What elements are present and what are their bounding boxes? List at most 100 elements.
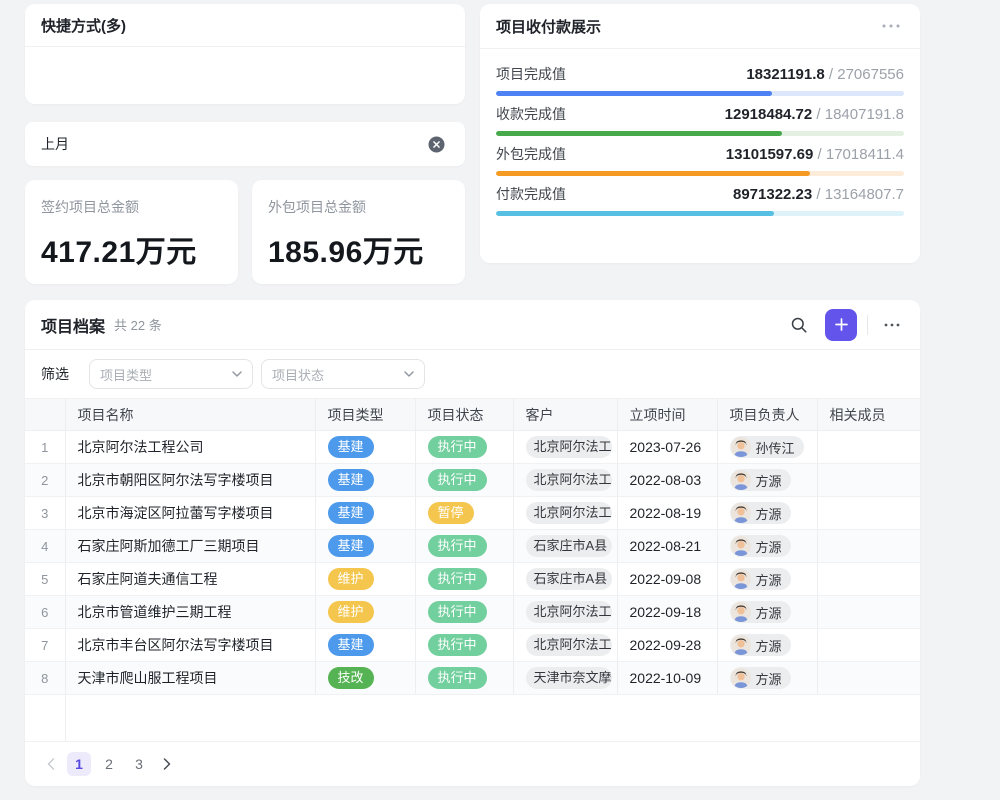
client-chip: 石家庄市A县 (526, 568, 612, 590)
avatar (731, 668, 751, 688)
status-badge: 执行中 (428, 535, 487, 557)
members-cell (817, 662, 920, 695)
owner-chip: 方源 (730, 568, 791, 590)
table-row[interactable]: 8天津市爬山服工程项目技改执行中天津市奈文摩2022-10-09方源 (25, 662, 920, 695)
page-button-2[interactable]: 2 (97, 752, 121, 776)
avatar (731, 635, 751, 655)
search-button[interactable] (785, 311, 813, 339)
table-row[interactable]: 6北京市管道维护三期工程维护执行中北京阿尔法工程2022-09-18方源 (25, 596, 920, 629)
next-page-button[interactable] (157, 752, 177, 776)
page-button-1[interactable]: 1 (67, 752, 91, 776)
chevron-down-icon (404, 371, 414, 377)
start-date-cell: 2022-10-09 (617, 662, 717, 695)
client-cell: 北京阿尔法工程 (513, 464, 617, 497)
start-date-cell: 2022-08-19 (617, 497, 717, 530)
chevron-right-icon (163, 758, 171, 770)
row-index: 8 (25, 662, 65, 695)
empty-row (25, 695, 920, 741)
start-date-cell: 2022-08-03 (617, 464, 717, 497)
shortcut-card-header: 快捷方式(多) (25, 4, 465, 47)
progress-label: 付款完成值 (496, 184, 566, 204)
project-name-cell: 天津市爬山服工程项目 (65, 662, 315, 695)
start-date-cell: 2022-09-08 (617, 563, 717, 596)
project-type-cell: 技改 (315, 662, 415, 695)
progress-value: 18321191.8 / 27067556 (746, 66, 904, 83)
project-name-cell: 石家庄阿斯加德工厂三期项目 (65, 530, 315, 563)
avatar (731, 437, 751, 457)
members-cell (817, 431, 920, 464)
type-badge: 维护 (328, 601, 374, 623)
client-chip: 北京阿尔法工程 (526, 634, 612, 656)
toolbar-divider (867, 315, 868, 335)
project-status-select[interactable]: 项目状态 (261, 359, 425, 389)
project-status-cell: 执行中 (415, 464, 513, 497)
project-archive-card: 项目档案 共 22 条 筛选 项目类型 (25, 300, 920, 786)
column-header: 客户 (513, 399, 617, 431)
owner-name: 方源 (756, 570, 782, 589)
record-count: 共 22 条 (114, 315, 162, 334)
column-header (25, 399, 65, 431)
project-type-cell: 基建 (315, 530, 415, 563)
type-badge: 基建 (328, 535, 374, 557)
page-button-3[interactable]: 3 (127, 752, 151, 776)
status-badge: 执行中 (428, 436, 487, 458)
table-row[interactable]: 3北京市海淀区阿拉蕾写字楼项目基建暂停北京阿尔法工程2022-08-19方源 (25, 497, 920, 530)
row-index: 3 (25, 497, 65, 530)
project-type-cell: 基建 (315, 464, 415, 497)
column-header: 项目负责人 (717, 399, 817, 431)
progress-value: 12918484.72 / 18407191.8 (725, 106, 904, 123)
quick-filter-value: 上月 (41, 134, 69, 154)
plus-icon (834, 317, 849, 332)
ellipsis-icon (884, 323, 900, 327)
select-placeholder: 项目类型 (100, 365, 232, 384)
row-index: 5 (25, 563, 65, 596)
progress-track (496, 91, 904, 96)
prev-page-button[interactable] (41, 752, 61, 776)
table-row[interactable]: 1北京阿尔法工程公司基建执行中北京阿尔法工程2023-07-26孙传江 (25, 431, 920, 464)
owner-chip: 方源 (730, 502, 791, 524)
clear-filter-button[interactable] (424, 136, 449, 153)
owner-chip: 方源 (730, 634, 791, 656)
progress-value: 13101597.69 / 17018411.4 (726, 146, 904, 163)
column-header: 项目状态 (415, 399, 513, 431)
client-cell: 天津市奈文摩 (513, 662, 617, 695)
progress-value: 8971322.23 / 13164807.7 (733, 186, 904, 203)
members-cell (817, 596, 920, 629)
row-index: 7 (25, 629, 65, 662)
payment-progress-list: 项目完成值18321191.8 / 27067556收款完成值12918484.… (480, 49, 920, 216)
start-date-cell: 2022-08-21 (617, 530, 717, 563)
client-chip: 北京阿尔法工程 (526, 601, 612, 623)
table-more-button[interactable] (878, 311, 906, 339)
project-type-select[interactable]: 项目类型 (89, 359, 253, 389)
table-row[interactable]: 7北京市丰台区阿尔法写字楼项目基建执行中北京阿尔法工程2022-09-28方源 (25, 629, 920, 662)
project-type-cell: 基建 (315, 629, 415, 662)
quick-filter-bar[interactable]: 上月 (25, 122, 465, 166)
column-header: 立项时间 (617, 399, 717, 431)
project-status-cell: 执行中 (415, 629, 513, 662)
table-filter-row: 筛选 项目类型 项目状态 (25, 350, 920, 398)
project-type-cell: 维护 (315, 596, 415, 629)
project-name-cell: 石家庄阿道夫通信工程 (65, 563, 315, 596)
table-row[interactable]: 4石家庄阿斯加德工厂三期项目基建执行中石家庄市A县2022-08-21方源 (25, 530, 920, 563)
avatar (731, 536, 751, 556)
owner-name: 孙传江 (756, 438, 795, 457)
table-row[interactable]: 5石家庄阿道夫通信工程维护执行中石家庄市A县2022-09-08方源 (25, 563, 920, 596)
project-name-cell: 北京市海淀区阿拉蕾写字楼项目 (65, 497, 315, 530)
table-row[interactable]: 2北京市朝阳区阿尔法写字楼项目基建执行中北京阿尔法工程2022-08-03方源 (25, 464, 920, 497)
row-index: 6 (25, 596, 65, 629)
add-record-button[interactable] (825, 309, 857, 341)
table-body: 1北京阿尔法工程公司基建执行中北京阿尔法工程2023-07-26孙传江2北京市朝… (25, 431, 920, 741)
avatar (731, 602, 751, 622)
members-cell (817, 563, 920, 596)
payment-more-button[interactable] (878, 20, 904, 32)
chevron-left-icon (47, 758, 55, 770)
owner-chip: 方源 (730, 469, 791, 491)
payment-display-card: 项目收付款展示 项目完成值18321191.8 / 27067556收款完成值1… (480, 4, 920, 263)
owner-cell: 方源 (717, 530, 817, 563)
payment-card-header: 项目收付款展示 (480, 4, 920, 49)
progress-label: 收款完成值 (496, 104, 566, 124)
type-badge: 基建 (328, 469, 374, 491)
owner-cell: 方源 (717, 464, 817, 497)
owner-name: 方源 (756, 504, 782, 523)
client-chip: 北京阿尔法工程 (526, 436, 612, 458)
